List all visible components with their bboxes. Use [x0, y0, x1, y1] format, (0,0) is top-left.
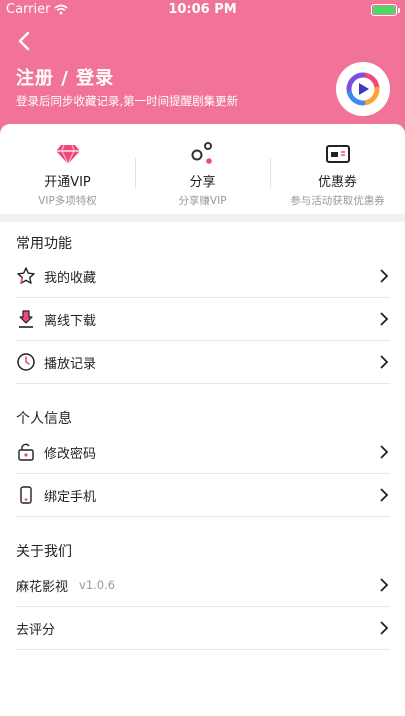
- status-time: 10:06 PM: [168, 2, 237, 17]
- change-password-label: 修改密码: [44, 446, 97, 462]
- chevron-right-icon: [380, 488, 389, 502]
- chevron-right-icon: [380, 445, 389, 459]
- app-version: v1.0.6: [79, 578, 116, 592]
- diamond-icon: [55, 141, 81, 167]
- offline-download-label: 离线下载: [44, 313, 97, 329]
- vip-desc: VIP多项特权: [38, 195, 97, 207]
- chevron-right-icon: [380, 269, 389, 283]
- menu-item-app-info[interactable]: 麻花影视 v1.0.6: [16, 564, 390, 607]
- star-icon: [16, 266, 36, 286]
- app-name-label: 麻花影视: [16, 579, 69, 595]
- coupon-action[interactable]: 优惠券 参与活动获取优惠券: [270, 124, 405, 214]
- chevron-right-icon: [380, 312, 389, 326]
- share-desc: 分享赚VIP: [178, 195, 227, 207]
- play-history-label: 播放记录: [44, 356, 97, 372]
- menu-item-offline-download[interactable]: 离线下载: [16, 298, 390, 341]
- section-title-personal: 个人信息: [16, 411, 72, 427]
- section-divider: [0, 214, 405, 222]
- vip-title: 开通VIP: [44, 175, 91, 190]
- login-hint: 登录后同步收藏记录,第一时间提醒剧集更新: [16, 94, 239, 108]
- quick-actions-card: 开通VIP VIP多项特权 分享 分享赚VIP 优惠券 参与活动获取优惠券: [0, 124, 405, 214]
- menu-item-bind-phone[interactable]: 绑定手机: [16, 474, 390, 517]
- login-register-link[interactable]: 注册 / 登录: [16, 64, 114, 90]
- chevron-right-icon: [380, 355, 389, 369]
- coupon-icon: [325, 141, 351, 167]
- vip-action[interactable]: 开通VIP VIP多项特权: [0, 124, 135, 214]
- status-bar: Carrier 10:06 PM: [0, 0, 405, 20]
- menu-item-play-history[interactable]: 播放记录: [16, 341, 390, 384]
- app-play-logo[interactable]: [336, 62, 390, 116]
- chevron-right-icon: [380, 621, 389, 635]
- lock-icon: [16, 442, 36, 462]
- clock-icon: [16, 352, 36, 372]
- back-arrow-icon[interactable]: [12, 28, 38, 54]
- share-action[interactable]: 分享 分享赚VIP: [135, 124, 270, 214]
- menu-item-rate-app[interactable]: 去评分: [16, 607, 390, 650]
- phone-icon: [16, 485, 36, 505]
- bind-phone-label: 绑定手机: [44, 489, 97, 505]
- favorites-label: 我的收藏: [44, 270, 97, 286]
- download-icon: [16, 309, 36, 329]
- coupon-title: 优惠券: [317, 175, 357, 190]
- play-logo-icon: [346, 72, 380, 106]
- section-title-about: 关于我们: [16, 544, 72, 560]
- share-title: 分享: [189, 175, 216, 190]
- menu-item-change-password[interactable]: 修改密码: [16, 431, 390, 474]
- section-title-common: 常用功能: [16, 236, 72, 252]
- chevron-right-icon: [380, 578, 389, 592]
- share-icon: [190, 141, 216, 167]
- battery-icon: [371, 4, 400, 16]
- rate-app-label: 去评分: [16, 622, 56, 638]
- menu-item-favorites[interactable]: 我的收藏: [16, 255, 390, 298]
- coupon-desc: 参与活动获取优惠券: [290, 195, 385, 207]
